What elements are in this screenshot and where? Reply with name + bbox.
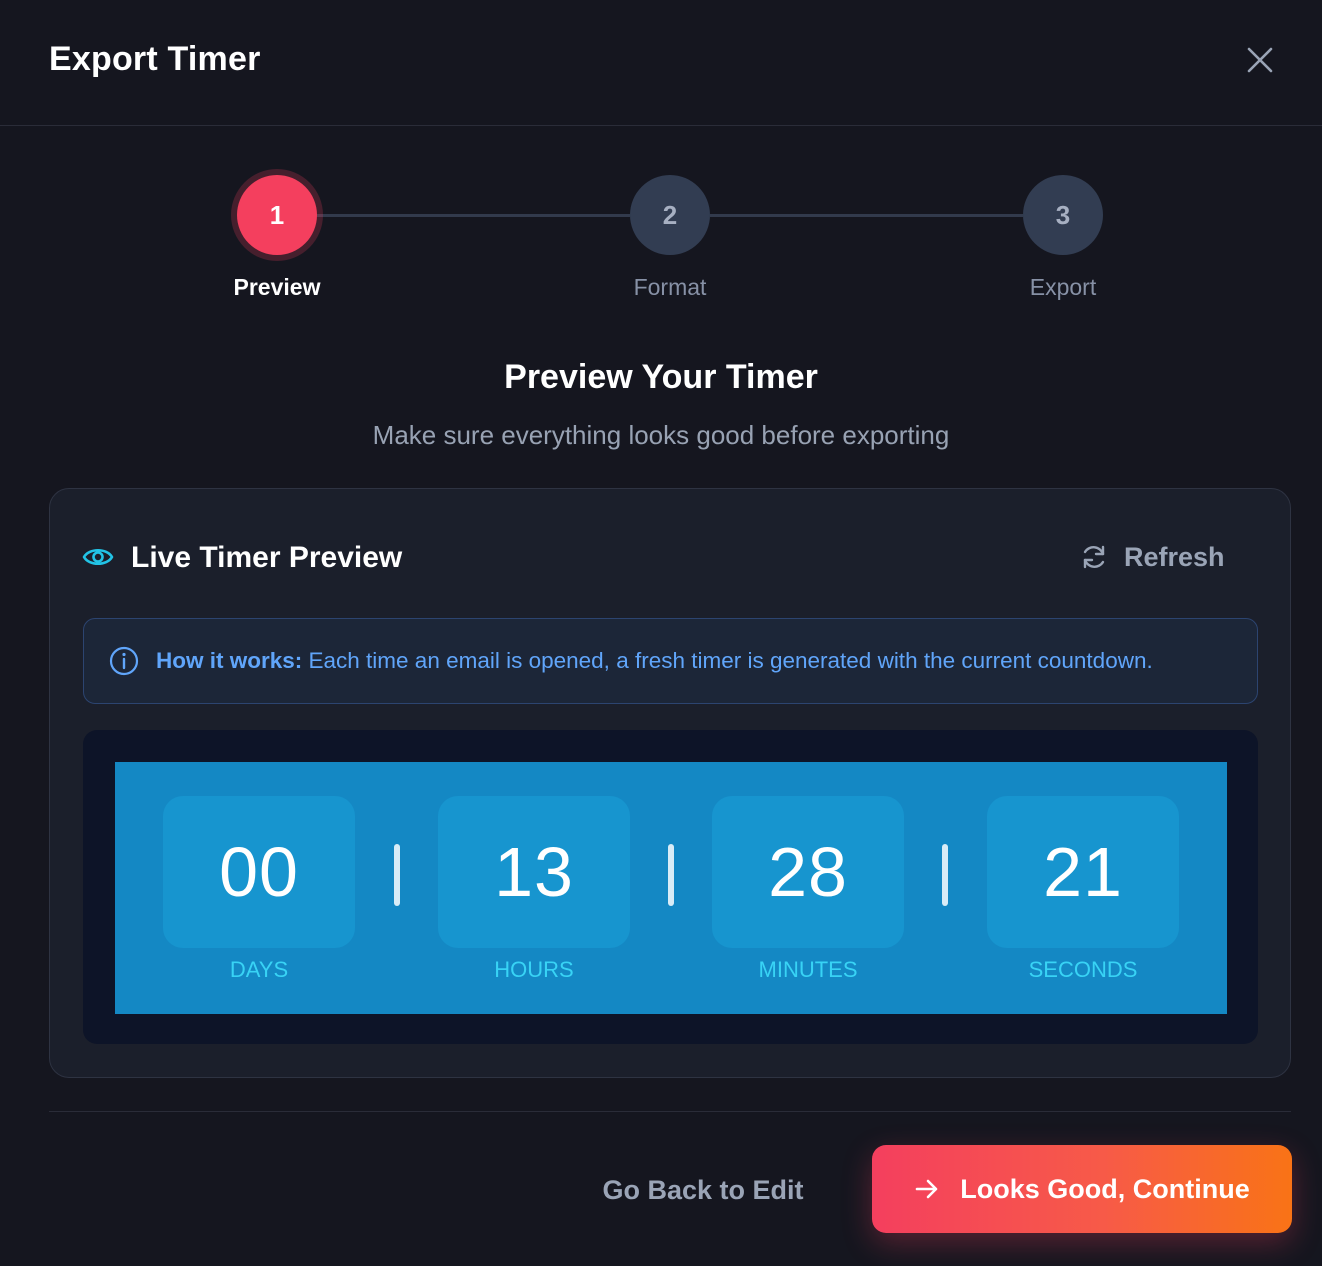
refresh-button[interactable]: Refresh xyxy=(1080,535,1230,579)
live-preview-card: Live Timer Preview Refresh How it works:… xyxy=(49,488,1291,1078)
minutes-label: MINUTES xyxy=(758,957,858,982)
hours-label: HOURS xyxy=(494,957,574,982)
countdown-timer: 00 DAYS 13 HOURS 28 MINUTES 21 SECONDS xyxy=(115,762,1227,1014)
minutes-value: 28 xyxy=(768,833,848,911)
export-timer-modal: Export Timer 1 Preview 2 Format 3 Export… xyxy=(0,0,1322,1266)
days-label: DAYS xyxy=(229,957,289,982)
step-3-circle[interactable]: 3 xyxy=(1023,175,1103,255)
go-back-button[interactable]: Go Back to Edit xyxy=(590,1160,816,1220)
how-it-works-notice: How it works: Each time an email is open… xyxy=(83,618,1258,704)
step-1-label: Preview xyxy=(233,274,321,300)
info-text: How it works: Each time an email is open… xyxy=(156,648,1153,674)
timer-separator xyxy=(668,844,674,906)
info-label: How it works: xyxy=(156,648,303,673)
footer-divider xyxy=(49,1111,1291,1112)
refresh-label: Refresh xyxy=(1124,541,1225,572)
step-2-label: Format xyxy=(633,274,707,300)
step-1-number: 1 xyxy=(269,199,285,230)
eye-icon xyxy=(82,543,114,576)
hours-box: 13 xyxy=(438,796,630,948)
step-1-circle[interactable]: 1 xyxy=(237,175,317,255)
seconds-box: 21 xyxy=(987,796,1179,948)
step-connector-2-3 xyxy=(710,214,1023,217)
days-box: 00 xyxy=(163,796,355,948)
minutes-box: 28 xyxy=(712,796,904,948)
info-icon xyxy=(108,645,140,677)
stepper: 1 Preview 2 Format 3 Export xyxy=(0,0,1322,320)
timer-separator xyxy=(942,844,948,906)
section-title: Preview Your Timer xyxy=(504,358,818,396)
continue-button[interactable]: Looks Good, Continue xyxy=(872,1145,1292,1233)
arrow-right-icon xyxy=(915,1179,938,1199)
step-3-label: Export xyxy=(1029,274,1097,300)
continue-label: Looks Good, Continue xyxy=(960,1173,1250,1204)
step-2-circle[interactable]: 2 xyxy=(630,175,710,255)
timer-preview-frame: 00 DAYS 13 HOURS 28 MINUTES 21 SECONDS xyxy=(83,730,1258,1044)
refresh-icon xyxy=(1083,545,1105,569)
seconds-label: SECONDS xyxy=(1028,957,1138,982)
step-2-number: 2 xyxy=(662,199,678,230)
days-value: 00 xyxy=(219,833,299,911)
step-3-number: 3 xyxy=(1055,199,1071,230)
seconds-value: 21 xyxy=(1043,833,1123,911)
section-subtitle: Make sure everything looks good before e… xyxy=(372,420,950,450)
timer-separator xyxy=(394,844,400,906)
step-connector-1-2 xyxy=(316,214,630,217)
hours-value: 13 xyxy=(494,833,574,911)
info-description: Each time an email is opened, a fresh ti… xyxy=(302,648,1153,673)
card-title: Live Timer Preview xyxy=(131,541,403,574)
